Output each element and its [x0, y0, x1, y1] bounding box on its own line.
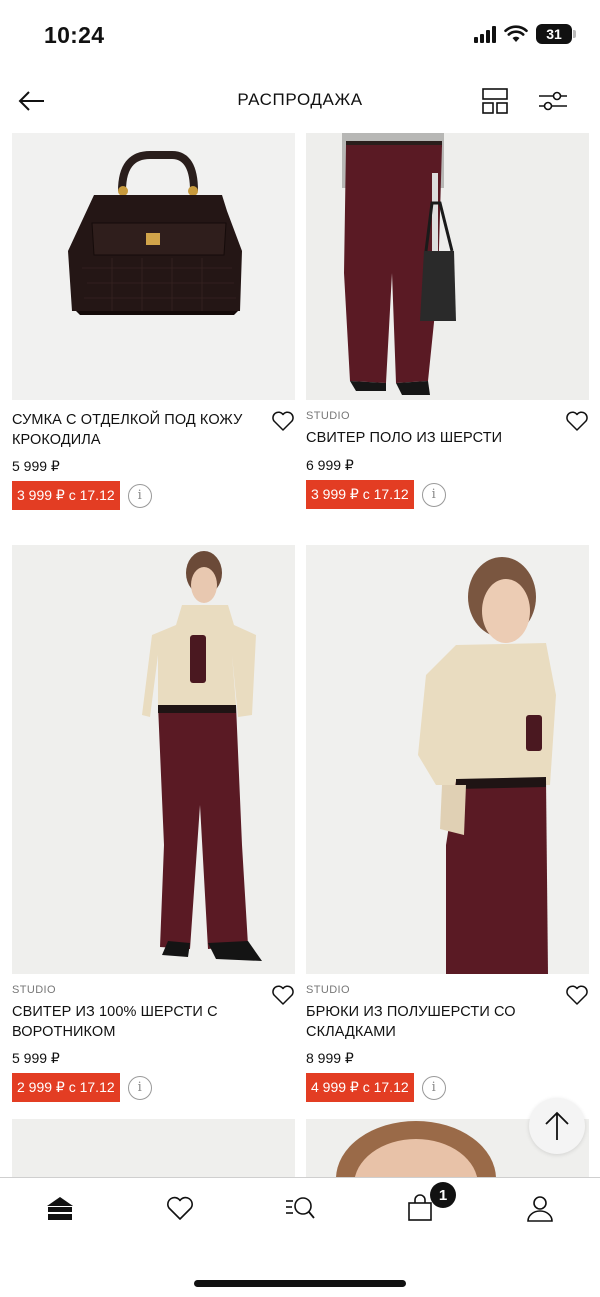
tab-home[interactable] — [40, 1188, 80, 1228]
profile-icon — [527, 1196, 553, 1222]
product-image[interactable] — [12, 545, 295, 974]
product-image[interactable] — [306, 545, 589, 974]
info-icon[interactable]: i — [421, 1075, 446, 1100]
heart-icon — [167, 1196, 193, 1220]
product-name: БРЮКИ ИЗ ПОЛУШЕРСТИ СО СКЛАДКАМИ — [306, 1004, 516, 1040]
home-icon — [47, 1197, 73, 1220]
bottom-tab-bar: 1 — [0, 1177, 600, 1297]
original-price: 5 999 ₽ — [12, 458, 60, 474]
product-brand: STUDIO — [306, 410, 350, 422]
grid-view-button[interactable] — [480, 86, 510, 116]
product-grid: СУМКА С ОТДЕЛКОЙ ПОД КОЖУ КРОКОДИЛА 5 99… — [0, 133, 600, 1177]
product-name: СВИТЕР ПОЛО ИЗ ШЕРСТИ — [306, 430, 503, 446]
heart-icon — [272, 411, 294, 431]
info-icon[interactable]: i — [421, 482, 446, 507]
status-bar: 10:24 31 — [0, 0, 600, 70]
grid-view-icon — [482, 88, 508, 114]
cellular-signal-icon — [474, 25, 496, 43]
original-price: 6 999 ₽ — [306, 457, 354, 473]
filter-sliders-icon — [539, 91, 567, 111]
tab-favorites[interactable] — [160, 1188, 200, 1228]
scroll-to-top-button[interactable] — [529, 1098, 585, 1154]
product-name: СВИТЕР ИЗ 100% ШЕРСТИ С ВОРОТНИКОМ — [12, 1004, 218, 1040]
product-image[interactable] — [12, 1119, 295, 1177]
tab-profile[interactable] — [520, 1188, 560, 1228]
sale-price-badge: 3 999 ₽ с 17.12 — [12, 481, 120, 510]
sale-price-badge: 3 999 ₽ с 17.12 — [306, 480, 414, 509]
cart-count-badge: 1 — [430, 1182, 456, 1208]
page-title: РАСПРОДАЖА — [237, 90, 363, 109]
product-card[interactable] — [12, 1119, 295, 1177]
search-list-icon — [286, 1197, 315, 1219]
home-indicator — [194, 1280, 406, 1287]
product-card[interactable]: STUDIO СВИТЕР ПОЛО ИЗ ШЕРСТИ 6 999 ₽ 3 9… — [306, 133, 589, 509]
info-icon[interactable]: i — [127, 1075, 152, 1100]
product-card[interactable]: СУМКА С ОТДЕЛКОЙ ПОД КОЖУ КРОКОДИЛА 5 99… — [12, 133, 295, 510]
heart-icon — [272, 985, 294, 1005]
product-image[interactable] — [306, 133, 589, 400]
product-brand: STUDIO — [12, 984, 56, 996]
original-price: 5 999 ₽ — [12, 1050, 60, 1066]
sale-price-badge: 2 999 ₽ с 17.12 — [12, 1073, 120, 1102]
favorite-button[interactable] — [271, 984, 295, 1006]
heart-icon — [566, 985, 588, 1005]
original-price: 8 999 ₽ — [306, 1050, 354, 1066]
sale-price-badge: 4 999 ₽ с 17.12 — [306, 1073, 414, 1102]
status-icons: 31 — [474, 24, 576, 44]
favorite-button[interactable] — [565, 410, 589, 432]
tab-search[interactable] — [280, 1188, 320, 1228]
info-icon[interactable]: i — [127, 483, 152, 508]
status-time: 10:24 — [44, 22, 105, 48]
favorite-button[interactable] — [565, 984, 589, 1006]
product-brand: STUDIO — [306, 984, 350, 996]
arrow-up-icon — [545, 1111, 569, 1140]
product-card[interactable]: STUDIO СВИТЕР ИЗ 100% ШЕРСТИ С ВОРОТНИКО… — [12, 545, 295, 1102]
top-bar: РАСПРОДАЖА — [0, 76, 600, 126]
battery-icon: 31 — [536, 24, 576, 44]
wifi-icon — [504, 25, 528, 42]
product-card[interactable]: STUDIO БРЮКИ ИЗ ПОЛУШЕРСТИ СО СКЛАДКАМИ … — [306, 545, 589, 1102]
favorite-button[interactable] — [271, 410, 295, 432]
product-name: СУМКА С ОТДЕЛКОЙ ПОД КОЖУ КРОКОДИЛА — [12, 412, 243, 448]
filter-button[interactable] — [536, 86, 570, 116]
heart-icon — [566, 411, 588, 431]
product-image[interactable] — [12, 133, 295, 400]
